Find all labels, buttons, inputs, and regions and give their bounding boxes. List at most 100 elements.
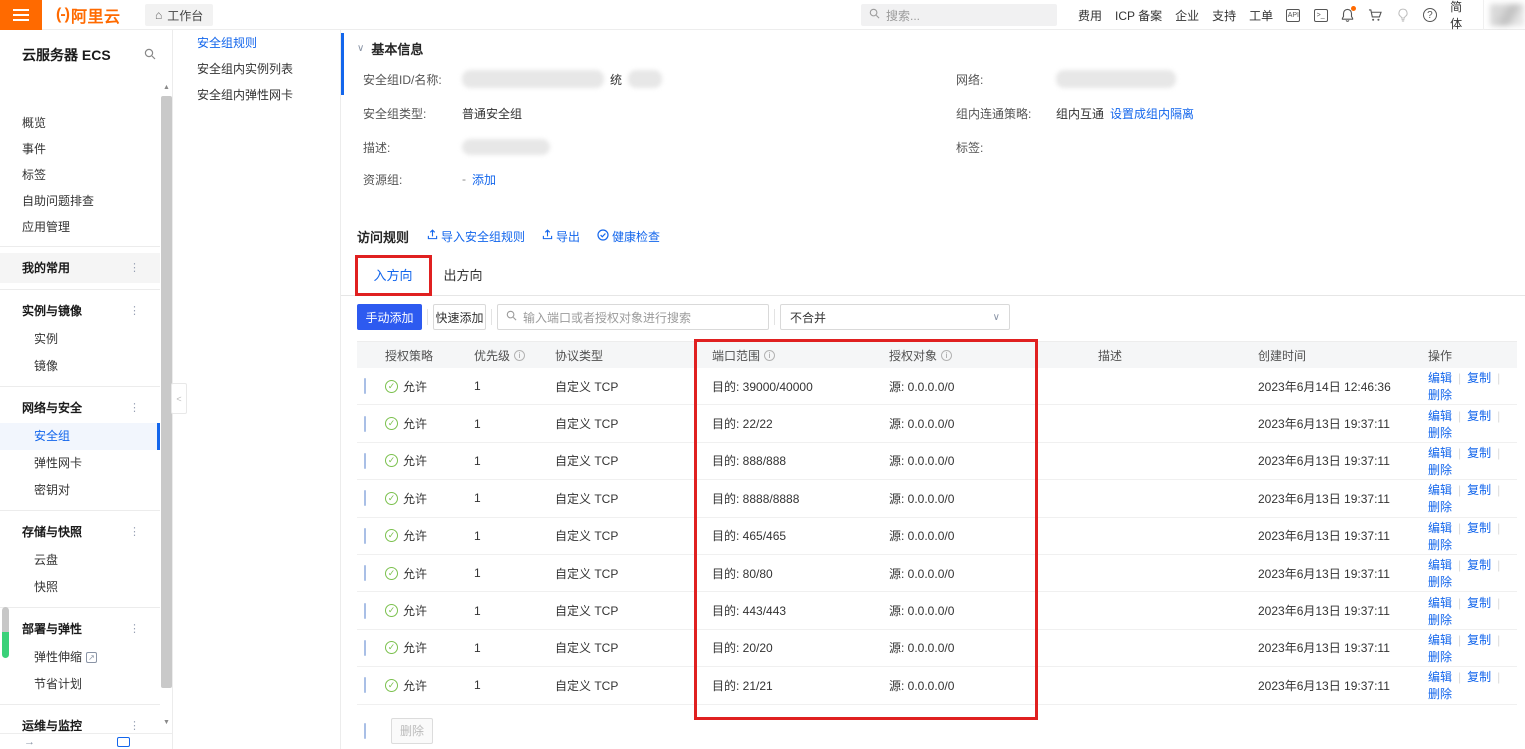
edit-link[interactable]: 编辑: [1428, 371, 1452, 385]
row-checkbox[interactable]: [364, 378, 366, 394]
kebab-menu-icon[interactable]: ⋮: [129, 711, 140, 733]
sidebar-group-header[interactable]: 部署与弹性⋮: [0, 614, 160, 644]
copy-link[interactable]: 复制: [1452, 670, 1491, 684]
topbar-menu-item[interactable]: 工单: [1249, 7, 1273, 24]
row-checkbox[interactable]: [364, 603, 366, 619]
manual-add-button[interactable]: 手动添加: [357, 304, 422, 330]
row-checkbox[interactable]: [364, 565, 366, 581]
sidebar-item[interactable]: 概览: [0, 110, 160, 136]
edit-link[interactable]: 编辑: [1428, 446, 1452, 460]
kebab-menu-icon[interactable]: ⋮: [129, 296, 140, 326]
row-checkbox[interactable]: [364, 677, 366, 693]
copy-link[interactable]: 复制: [1452, 371, 1491, 385]
aliyun-logo[interactable]: (-) 阿里云: [56, 0, 121, 30]
tab-inbound[interactable]: 入方向: [357, 256, 429, 296]
sidebar-item-active[interactable]: 安全组: [0, 423, 160, 450]
subnav-item[interactable]: 安全组规则: [173, 30, 340, 56]
tab-outbound[interactable]: 出方向: [431, 256, 495, 296]
topbar-menu-item[interactable]: 企业: [1175, 7, 1199, 24]
row-checkbox[interactable]: [364, 453, 366, 469]
scrollbar-down-arrow[interactable]: ▼: [161, 719, 172, 726]
copy-link[interactable]: 复制: [1452, 483, 1491, 497]
sidebar-item-sub[interactable]: 云盘: [0, 547, 160, 574]
sidebar-item-sub[interactable]: 节省计划: [0, 671, 160, 698]
cloudshell-icon[interactable]: >_: [1314, 8, 1328, 23]
edit-link[interactable]: 编辑: [1428, 633, 1452, 647]
sidebar-item[interactable]: 自助问题排查: [0, 188, 160, 214]
edit-link[interactable]: 编辑: [1428, 483, 1452, 497]
sidebar-group-header[interactable]: 运维与监控⋮: [0, 711, 160, 733]
subnav-item[interactable]: 安全组内弹性网卡: [173, 82, 340, 108]
cart-icon[interactable]: [1368, 8, 1382, 23]
merge-mode-select[interactable]: 不合并 ∨: [780, 304, 1010, 330]
api-icon[interactable]: API: [1286, 8, 1300, 23]
sidebar-item-sub[interactable]: 密钥对: [0, 477, 160, 504]
subnav-item[interactable]: 安全组内实例列表: [173, 56, 340, 82]
select-all-checkbox[interactable]: [364, 723, 366, 739]
copy-link[interactable]: 复制: [1452, 558, 1491, 572]
sidebar-item[interactable]: 应用管理: [0, 214, 160, 240]
sidebar-item-sub[interactable]: 镜像: [0, 353, 160, 380]
sidebar-group-header[interactable]: 存储与快照⋮: [0, 517, 160, 547]
resource-group-add-link[interactable]: 添加: [472, 171, 496, 188]
feedback-icon[interactable]: [117, 737, 130, 747]
row-checkbox[interactable]: [364, 416, 366, 432]
collapse-panel-handle[interactable]: <: [171, 383, 187, 414]
sidebar-item[interactable]: 事件: [0, 136, 160, 162]
edit-link[interactable]: 编辑: [1428, 558, 1452, 572]
copy-link[interactable]: 复制: [1452, 596, 1491, 610]
bulb-icon[interactable]: [1395, 8, 1409, 23]
sidebar-search-icon[interactable]: [144, 47, 156, 63]
kebab-menu-icon[interactable]: ⋮: [129, 614, 140, 644]
bell-icon[interactable]: [1341, 8, 1355, 23]
policy-cell: ✓ 允许: [385, 565, 474, 582]
row-checkbox[interactable]: [364, 640, 366, 656]
topbar-menu-item[interactable]: 费用: [1078, 7, 1102, 24]
sidebar-item-sub[interactable]: 弹性伸缩↗: [0, 644, 160, 671]
health-check-link[interactable]: 健康检查: [597, 228, 660, 245]
edit-link[interactable]: 编辑: [1428, 670, 1452, 684]
policy-cell: ✓ 允许: [385, 602, 474, 619]
sidebar-item-sub[interactable]: 快照: [0, 574, 160, 601]
hamburger-menu-button[interactable]: [0, 0, 42, 30]
language-switcher[interactable]: 简体: [1450, 0, 1473, 32]
copy-link[interactable]: 复制: [1452, 409, 1491, 423]
quick-add-button[interactable]: 快速添加: [433, 304, 486, 330]
workbench-button[interactable]: ⌂ 工作台: [145, 4, 213, 26]
kebab-menu-icon[interactable]: ⋮: [129, 393, 140, 423]
sidebar-group-header[interactable]: 我的常用⋮: [0, 253, 160, 283]
topbar-menu-item[interactable]: 支持: [1212, 7, 1236, 24]
kebab-menu-icon[interactable]: ⋮: [129, 253, 140, 283]
sidebar-group-header[interactable]: 实例与镜像 ⋮: [0, 296, 160, 326]
rules-search-input[interactable]: 输入端口或者授权对象进行搜索: [497, 304, 769, 330]
avatar[interactable]: [1483, 0, 1525, 30]
info-icon[interactable]: i: [764, 350, 775, 361]
row-checkbox[interactable]: [364, 528, 366, 544]
basic-info-header[interactable]: ∨ 基本信息: [357, 38, 423, 58]
sidebar-item-sub[interactable]: 实例: [0, 326, 160, 353]
copy-link[interactable]: 复制: [1452, 521, 1491, 535]
topbar-search-input[interactable]: 搜索...: [861, 4, 1057, 26]
row-checkbox[interactable]: [364, 490, 366, 506]
resource-group-label: 资源组:: [363, 171, 462, 188]
info-icon[interactable]: i: [514, 350, 525, 361]
sidebar-item-sub[interactable]: 弹性网卡: [0, 450, 160, 477]
sidebar-group-header[interactable]: 网络与安全⋮: [0, 393, 160, 423]
topbar-menu-item[interactable]: ICP 备案: [1115, 7, 1162, 24]
sidebar-item[interactable]: 标签: [0, 162, 160, 188]
help-icon[interactable]: ?: [1423, 8, 1437, 23]
edit-link[interactable]: 编辑: [1428, 409, 1452, 423]
collapse-sidebar-icon[interactable]: →: [24, 737, 35, 748]
kebab-menu-icon[interactable]: ⋮: [129, 517, 140, 547]
export-rules-link[interactable]: 导出: [542, 228, 580, 245]
edit-link[interactable]: 编辑: [1428, 596, 1452, 610]
info-icon[interactable]: i: [941, 350, 952, 361]
sidebar-group-label: 实例与镜像: [22, 296, 82, 326]
batch-delete-button[interactable]: 删除: [391, 718, 433, 744]
import-rules-link[interactable]: 导入安全组规则: [427, 228, 525, 245]
copy-link[interactable]: 复制: [1452, 446, 1491, 460]
copy-link[interactable]: 复制: [1452, 633, 1491, 647]
policy-change-link[interactable]: 设置成组内隔离: [1110, 105, 1194, 122]
scrollbar-up-arrow[interactable]: ▲: [161, 84, 172, 91]
edit-link[interactable]: 编辑: [1428, 521, 1452, 535]
